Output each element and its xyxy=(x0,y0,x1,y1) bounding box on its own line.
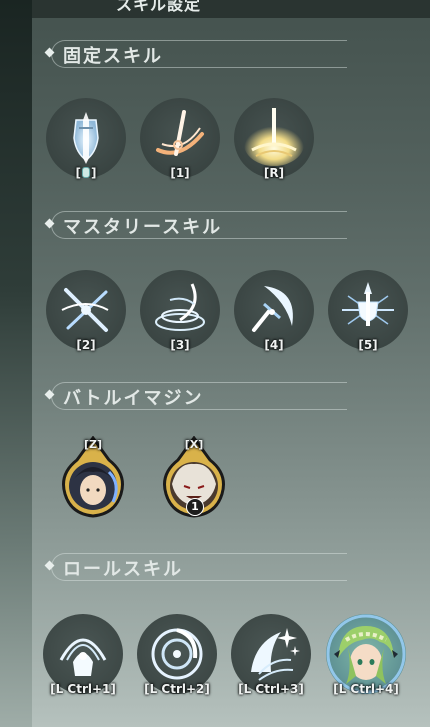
keybind-label: [X] xyxy=(184,438,204,451)
page-title: スキル設定 xyxy=(116,0,202,14)
keybind-label: [L Ctrl+2] xyxy=(144,682,210,696)
role-skill-slot-4[interactable]: [L Ctrl+4] xyxy=(326,614,406,696)
keybind-label: [R] xyxy=(263,166,285,180)
mastery-skill-slot-1[interactable]: [2] xyxy=(46,270,126,352)
section-title: マスタリースキル xyxy=(63,217,223,238)
keybind-label: [2] xyxy=(76,338,96,352)
keybind-label: [L Ctrl+4] xyxy=(333,682,399,696)
mastery-skill-slot-2[interactable]: [3] xyxy=(140,270,220,352)
section-title: バトルイマジン xyxy=(63,388,204,409)
header-bar: スキル設定 xyxy=(32,0,430,18)
keybind-label: [] xyxy=(75,166,97,180)
role-skill-slot-3[interactable]: [L Ctrl+3] xyxy=(231,614,311,696)
keybind-label: [5] xyxy=(358,338,378,352)
section-title: ロールスキル xyxy=(63,559,183,580)
background-scenery xyxy=(0,0,32,727)
keybind-label: [3] xyxy=(170,338,190,352)
section-title: 固定スキル xyxy=(63,46,163,67)
role-skill-slot-1[interactable]: [L Ctrl+1] xyxy=(43,614,123,696)
fixed-skill-slot-2[interactable]: [1] xyxy=(140,98,220,180)
section-header-fixed-skills: 固定スキル xyxy=(44,40,347,68)
section-header-role-skills: ロールスキル xyxy=(44,553,347,581)
mastery-skill-slot-4[interactable]: [5] xyxy=(328,270,408,352)
keybind-label: [L Ctrl+3] xyxy=(238,682,304,696)
section-header-mastery-skills: マスタリースキル xyxy=(44,211,347,239)
role-skill-slot-2[interactable]: [L Ctrl+2] xyxy=(137,614,217,696)
fixed-skill-slot-3[interactable]: [R] xyxy=(234,98,314,180)
battle-imagine-slot-1[interactable]: [Z] xyxy=(57,435,129,520)
keybind-label: [L Ctrl+1] xyxy=(50,682,116,696)
keybind-label: [1] xyxy=(170,166,190,180)
section-header-battle-imagine: バトルイマジン xyxy=(44,382,347,410)
keybind-label: [Z] xyxy=(83,438,103,451)
charge-count-badge: 1 xyxy=(186,498,204,516)
mouse-left-icon xyxy=(82,167,90,178)
keybind-label: [4] xyxy=(264,338,284,352)
battle-imagine-slot-2[interactable]: [X] 1 xyxy=(158,435,230,520)
fixed-skill-slot-1[interactable]: [] xyxy=(46,98,126,180)
mastery-skill-slot-3[interactable]: [4] xyxy=(234,270,314,352)
